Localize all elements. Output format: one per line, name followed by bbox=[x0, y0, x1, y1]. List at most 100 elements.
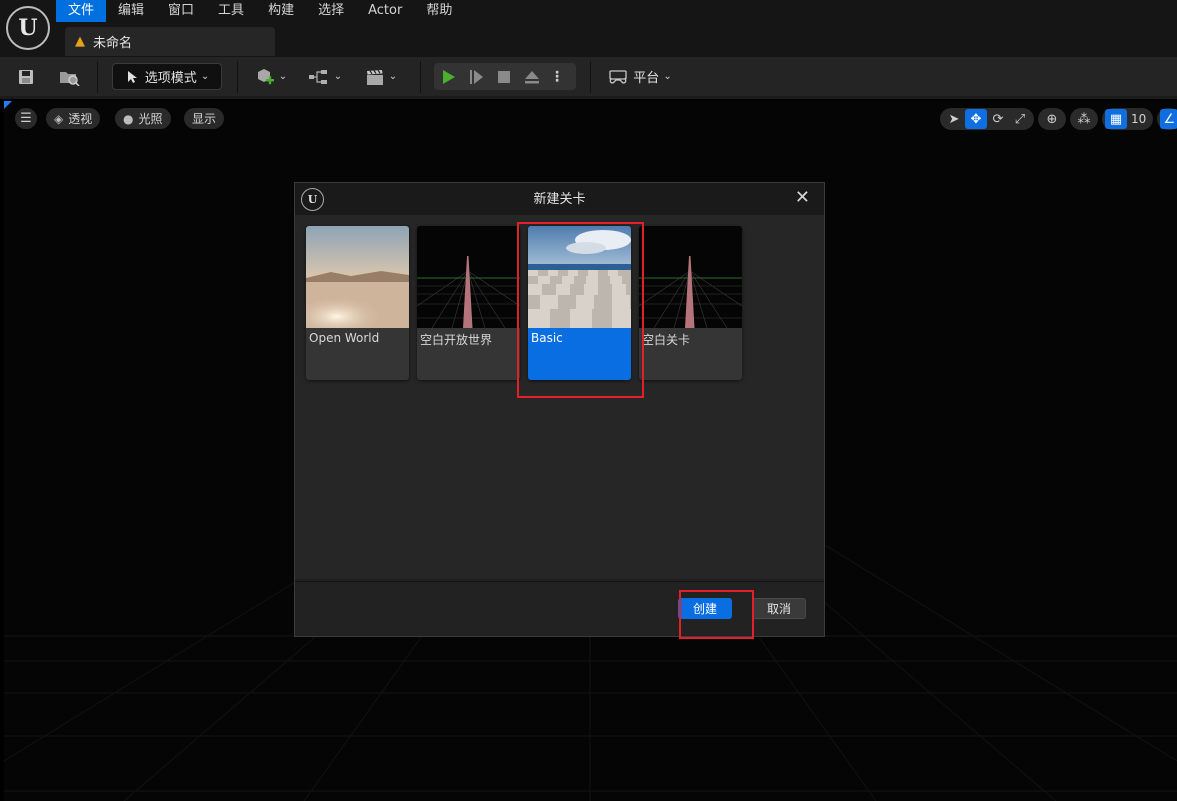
unreal-logo-icon[interactable]: U bbox=[6, 6, 50, 50]
chevron-down-icon: ⌄ bbox=[388, 71, 398, 82]
chevron-down-icon: ⌄ bbox=[663, 71, 672, 82]
grid-icon: ▦ bbox=[1109, 111, 1123, 127]
chevron-down-icon: ⌄ bbox=[278, 71, 288, 82]
level-tab-label: 未命名 bbox=[93, 36, 133, 51]
highlight-box-basic bbox=[517, 222, 644, 398]
menu-bar: 文件 编辑 窗口 工具 构建 选择 Actor 帮助 bbox=[56, 0, 464, 22]
toolbar-separator bbox=[237, 61, 238, 93]
add-cube-icon bbox=[257, 68, 274, 84]
chevron-down-icon: ⌄ bbox=[200, 71, 210, 82]
transform-mode-group: ➤ ✥ ⟳ ⤢ bbox=[940, 108, 1034, 130]
template-tile-empty-level[interactable]: 空白关卡 bbox=[639, 226, 742, 380]
level-document-tab[interactable]: ▲ 未命名 bbox=[65, 27, 275, 56]
title-bar: U 文件 编辑 窗口 工具 构建 选择 Actor 帮助 ▲ 未命名 bbox=[0, 0, 1177, 57]
coordinate-space-group: ⊕ bbox=[1038, 108, 1066, 130]
mode-label: 选项模式 bbox=[144, 71, 197, 86]
platforms-dropdown[interactable]: 平台 ⌄ bbox=[605, 63, 675, 90]
scale-tool-button[interactable]: ⤢ bbox=[1009, 109, 1031, 129]
more-vertical-icon: ⋮ bbox=[550, 68, 564, 85]
template-name: 空白开放世界 bbox=[420, 333, 493, 347]
perspective-label: 透视 bbox=[68, 112, 93, 126]
menu-actor[interactable]: Actor bbox=[356, 0, 414, 22]
cinematics-button[interactable]: ⌄ bbox=[362, 63, 400, 90]
rotation-snap-toggle[interactable]: ∠ bbox=[1160, 109, 1177, 129]
angle-icon: ∠ bbox=[1163, 111, 1176, 127]
gamepad-icon bbox=[609, 69, 627, 84]
cancel-button[interactable]: 取消 bbox=[752, 598, 806, 619]
dialog-title: 新建关卡 bbox=[533, 192, 586, 207]
surface-snap-icon: ⁂ bbox=[1077, 111, 1091, 127]
play-controls: ⋮ bbox=[434, 63, 576, 90]
show-label: 显示 bbox=[192, 112, 217, 126]
grid-snap-value[interactable]: 10 bbox=[1127, 112, 1150, 126]
world-space-button[interactable]: ⊕ bbox=[1041, 109, 1063, 129]
save-icon bbox=[19, 69, 33, 84]
menu-help[interactable]: 帮助 bbox=[414, 0, 464, 22]
menu-edit[interactable]: 编辑 bbox=[106, 0, 156, 22]
translate-tool-button[interactable]: ✥ bbox=[965, 109, 987, 129]
eject-button[interactable] bbox=[518, 63, 546, 90]
browse-content-button[interactable] bbox=[56, 63, 82, 90]
globe-icon: ⊕ bbox=[1046, 111, 1058, 127]
highlight-box-create bbox=[679, 590, 754, 639]
viewport-menu-button[interactable]: ☰ bbox=[15, 108, 37, 129]
scale-icon: ⤢ bbox=[1014, 111, 1026, 127]
step-button[interactable] bbox=[462, 63, 490, 90]
cube-icon: ◈ bbox=[54, 111, 64, 126]
rotate-icon: ⟳ bbox=[992, 111, 1004, 127]
level-warning-icon: ▲ bbox=[75, 34, 85, 49]
grid-snap-group: ▦ 10 bbox=[1102, 108, 1154, 130]
clapperboard-icon bbox=[366, 69, 383, 85]
step-forward-icon bbox=[470, 69, 483, 84]
menu-window[interactable]: 窗口 bbox=[156, 0, 206, 22]
play-button[interactable] bbox=[434, 63, 462, 90]
menu-file[interactable]: 文件 bbox=[56, 0, 107, 22]
select-mode-icon bbox=[127, 70, 137, 83]
menu-select[interactable]: 选择 bbox=[306, 0, 356, 22]
save-button[interactable] bbox=[14, 63, 38, 90]
lighting-label: 光照 bbox=[138, 112, 163, 126]
stop-icon bbox=[498, 70, 510, 83]
toolbar-separator bbox=[97, 61, 98, 93]
menu-build[interactable]: 构建 bbox=[256, 0, 306, 22]
selection-mode-dropdown[interactable]: 选项模式 ⌄ bbox=[112, 63, 222, 90]
grid-snap-toggle[interactable]: ▦ bbox=[1105, 109, 1127, 129]
add-actor-button[interactable]: ⌄ bbox=[252, 63, 290, 90]
stop-button[interactable] bbox=[490, 63, 518, 90]
template-name: Open World bbox=[309, 331, 380, 345]
dialog-title-bar: U 新建关卡 ✕ bbox=[295, 183, 824, 215]
blueprints-button[interactable]: ⌄ bbox=[305, 63, 345, 90]
template-name: 空白关卡 bbox=[642, 333, 691, 347]
play-icon bbox=[443, 69, 455, 84]
hamburger-icon: ☰ bbox=[20, 111, 32, 126]
rotate-tool-button[interactable]: ⟳ bbox=[987, 109, 1009, 129]
viewport-border bbox=[0, 96, 1177, 99]
lighting-mode-button[interactable]: ● 光照 bbox=[115, 108, 171, 129]
platform-label: 平台 bbox=[633, 71, 660, 86]
show-button[interactable]: 显示 bbox=[184, 108, 225, 129]
blueprint-graph-icon bbox=[308, 69, 327, 84]
eject-icon bbox=[525, 70, 539, 83]
surface-snap-button[interactable]: ⁂ bbox=[1073, 109, 1095, 129]
chevron-down-icon: ⌄ bbox=[333, 71, 343, 82]
close-button[interactable]: ✕ bbox=[795, 187, 810, 208]
move-icon: ✥ bbox=[970, 111, 982, 127]
viewport-transform-tools: ➤ ✥ ⟳ ⤢ ⊕ ⁂ ▦ 10 ∠ bbox=[940, 108, 1177, 130]
open-world-thumbnail bbox=[306, 226, 409, 328]
perspective-button[interactable]: ◈ 透视 bbox=[46, 108, 101, 129]
play-options-button[interactable]: ⋮ bbox=[546, 63, 568, 90]
viewport-corner-marker bbox=[4, 101, 12, 109]
main-toolbar: 选项模式 ⌄ ⌄ ⌄ ⌄ ⋮ 平台 ⌄ bbox=[0, 57, 1177, 96]
template-tile-empty-open-world[interactable]: 空白开放世界 bbox=[417, 226, 520, 380]
toolbar-separator bbox=[590, 61, 591, 93]
menu-tools[interactable]: 工具 bbox=[206, 0, 256, 22]
close-icon: ✕ bbox=[794, 187, 810, 208]
rotation-snap-group: ∠ bbox=[1157, 108, 1177, 130]
select-tool-button[interactable]: ➤ bbox=[943, 109, 965, 129]
template-tile-open-world[interactable]: Open World bbox=[306, 226, 409, 380]
surface-snap-group: ⁂ bbox=[1070, 108, 1098, 130]
cursor-icon: ➤ bbox=[948, 111, 960, 127]
empty-level-thumbnail bbox=[639, 226, 742, 328]
sphere-icon: ● bbox=[123, 111, 134, 126]
toolbar-separator bbox=[420, 61, 421, 93]
